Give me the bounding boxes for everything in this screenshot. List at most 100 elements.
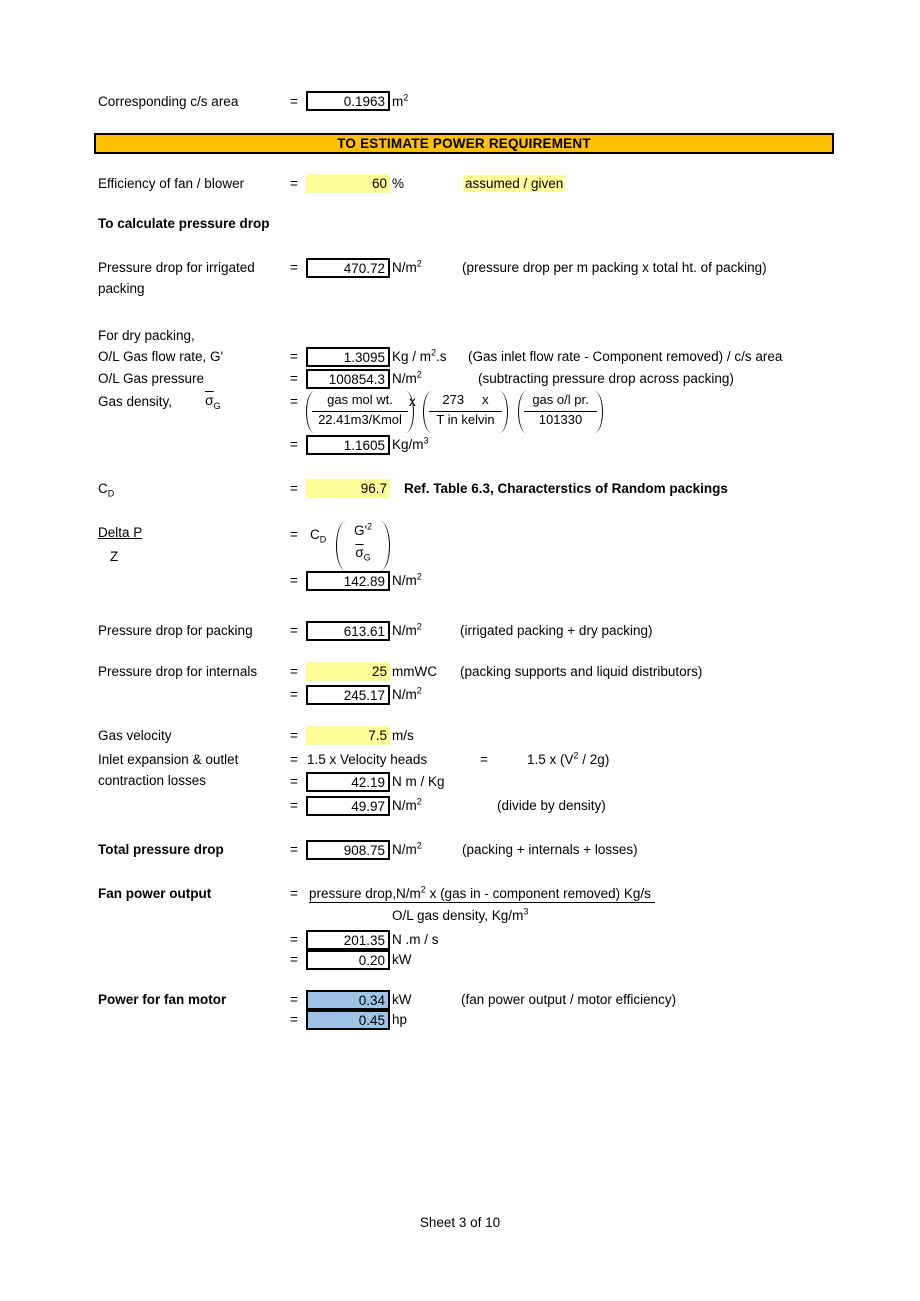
losses-equals-mid: = — [480, 752, 488, 767]
delta-p-equals-1: = — [290, 527, 298, 542]
total-drop-unit: N/m2 — [392, 840, 422, 857]
cs-area-equals: = — [290, 94, 298, 109]
gas-density-equals-1: = — [290, 394, 298, 409]
irrigated-unit: N/m2 — [392, 258, 422, 275]
irrigated-comment: (pressure drop per m packing x total ht.… — [462, 260, 767, 275]
delta-p-fraction-numerator: G'2 — [353, 521, 373, 538]
fan-power-formula-denominator: O/L gas density, Kg/m3 — [392, 906, 529, 923]
cs-area-value[interactable]: 0.1963 — [306, 91, 390, 111]
fan-power-formula-numerator: pressure drop,N/m2 x (gas in - component… — [309, 885, 655, 903]
total-drop-equals: = — [290, 842, 298, 857]
motor-power-comment: (fan power output / motor efficiency) — [461, 992, 677, 1007]
losses-value-nm2[interactable]: 49.97 — [306, 796, 390, 816]
irrigated-equals: = — [290, 260, 298, 275]
losses-label-line1: Inlet expansion & outlet — [98, 752, 239, 767]
section-banner-power-requirement: TO ESTIMATE POWER REQUIREMENT — [94, 133, 834, 154]
fan-power-value-nms[interactable]: 201.35 — [306, 930, 390, 950]
motor-power-unit-kw: kW — [392, 992, 412, 1007]
motor-power-unit-hp: hp — [392, 1012, 408, 1027]
losses-expression-velocity-heads: 1.5 x Velocity heads — [307, 752, 428, 767]
losses-label-line2: contraction losses — [98, 773, 207, 788]
delta-p-fraction-denominator: σG — [355, 545, 371, 563]
gas-velocity-equals: = — [290, 728, 298, 743]
internals-drop-value-mmwc[interactable]: 25 — [306, 662, 390, 681]
cd-value[interactable]: 96.7 — [306, 479, 390, 498]
efficiency-equals: = — [290, 176, 298, 191]
gas-density-symbol: σG — [205, 392, 221, 411]
delta-p-cd-symbol: CD — [310, 527, 327, 545]
fan-power-equals-3: = — [290, 952, 298, 967]
delta-p-numerator: Delta P — [98, 525, 143, 540]
gas-velocity-unit: m/s — [392, 728, 414, 743]
fan-power-equals-2: = — [290, 932, 298, 947]
irrigated-label-line2: packing — [98, 281, 145, 296]
losses-comment: (divide by density) — [497, 798, 606, 813]
gas-density-equals-2: = — [290, 437, 298, 452]
gas-pressure-equals: = — [290, 371, 298, 386]
packing-drop-label: Pressure drop for packing — [98, 623, 253, 638]
spreadsheet-sheet: Corresponding c/s area = 0.1963 m2 TO ES… — [0, 0, 920, 1301]
internals-drop-unit-mmwc: mmWC — [392, 664, 437, 679]
sheet-footer: Sheet 3 of 10 — [419, 1215, 501, 1230]
total-drop-label: Total pressure drop — [98, 842, 224, 857]
losses-unit-nmkg: N m / Kg — [392, 774, 445, 789]
efficiency-unit: % — [392, 176, 405, 191]
gas-flow-comment: (Gas inlet flow rate - Component removed… — [468, 349, 783, 364]
packing-drop-equals: = — [290, 623, 298, 638]
gas-flow-equals: = — [290, 349, 298, 364]
fan-power-unit-kw: kW — [392, 952, 412, 967]
cd-equals: = — [290, 481, 298, 496]
losses-equals-1: = — [290, 752, 298, 767]
motor-power-value-kw[interactable]: 0.34 — [306, 990, 390, 1010]
gas-density-unit: Kg/m3 — [392, 435, 429, 452]
gas-pressure-unit: N/m2 — [392, 369, 422, 386]
internals-drop-value-nm2[interactable]: 245.17 — [306, 685, 390, 705]
dry-packing-heading: For dry packing, — [98, 328, 195, 343]
gas-density-term-1: gas mol wt. 22.41m3/Kmol — [306, 391, 414, 433]
delta-p-fraction-group: G'2 σG — [336, 521, 390, 571]
irrigated-label-line1: Pressure drop for irrigated — [98, 260, 255, 275]
gas-flow-label: O/L Gas flow rate, G' — [98, 349, 224, 364]
internals-drop-comment: (packing supports and liquid distributor… — [460, 664, 703, 679]
total-drop-comment: (packing + internals + losses) — [462, 842, 638, 857]
gas-pressure-comment: (subtracting pressure drop across packin… — [478, 371, 734, 386]
gas-density-label: Gas density, — [98, 394, 173, 409]
packing-drop-unit: N/m2 — [392, 621, 422, 638]
losses-equals-3: = — [290, 798, 298, 813]
motor-power-equals-2: = — [290, 1012, 298, 1027]
fan-power-value-kw[interactable]: 0.20 — [306, 950, 390, 970]
gas-density-term-2: 273 x T in kelvin — [423, 391, 508, 433]
gas-flow-value[interactable]: 1.3095 — [306, 347, 390, 367]
irrigated-value[interactable]: 470.72 — [306, 258, 390, 278]
gas-flow-unit: Kg / m2.s — [392, 347, 447, 364]
gas-velocity-value[interactable]: 7.5 — [306, 726, 390, 745]
motor-power-label: Power for fan motor — [98, 992, 227, 1007]
losses-expression-formula: 1.5 x (V2 / 2g) — [527, 750, 610, 767]
delta-p-unit: N/m2 — [392, 571, 422, 588]
cd-label: CD — [98, 481, 115, 499]
delta-p-value[interactable]: 142.89 — [306, 571, 390, 591]
delta-p-denominator: Z — [110, 549, 119, 564]
pressure-drop-heading: To calculate pressure drop — [98, 216, 270, 231]
packing-drop-value[interactable]: 613.61 — [306, 621, 390, 641]
motor-power-equals-1: = — [290, 992, 298, 1007]
delta-p-equals-2: = — [290, 573, 298, 588]
gas-velocity-label: Gas velocity — [98, 728, 172, 743]
packing-drop-comment: (irrigated packing + dry packing) — [460, 623, 653, 638]
efficiency-value[interactable]: 60 — [306, 174, 390, 193]
gas-density-multiply-1: x — [409, 394, 416, 409]
gas-density-value[interactable]: 1.1605 — [306, 435, 390, 455]
fan-power-unit-nms: N .m / s — [392, 932, 439, 947]
gas-pressure-value[interactable]: 100854.3 — [306, 369, 390, 389]
internals-drop-label: Pressure drop for internals — [98, 664, 258, 679]
losses-unit-nm2: N/m2 — [392, 796, 422, 813]
cs-area-label: Corresponding c/s area — [98, 94, 239, 109]
total-drop-value[interactable]: 908.75 — [306, 840, 390, 860]
motor-power-value-hp[interactable]: 0.45 — [306, 1010, 390, 1030]
losses-equals-2: = — [290, 774, 298, 789]
internals-drop-equals-1: = — [290, 664, 298, 679]
internals-drop-unit-nm2: N/m2 — [392, 685, 422, 702]
fan-power-equals-1: = — [290, 886, 298, 901]
cs-area-unit: m2 — [392, 92, 409, 109]
losses-value-nmkg[interactable]: 42.19 — [306, 772, 390, 792]
